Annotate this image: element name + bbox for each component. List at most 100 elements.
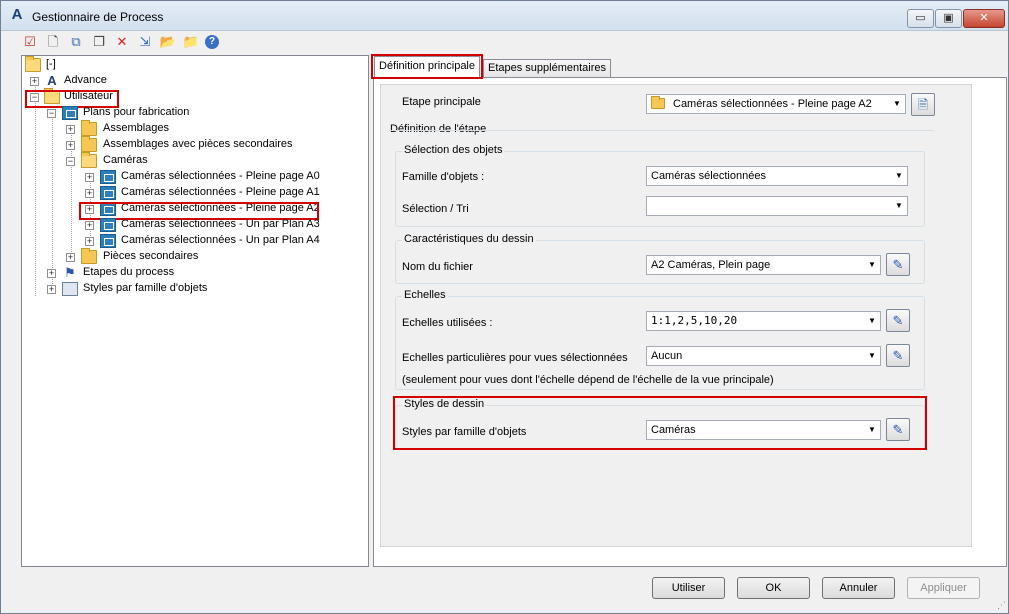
tri-select[interactable]: ▼ — [646, 196, 908, 216]
edit-pen-icon: ✎ — [892, 348, 904, 363]
caracteristiques-title: Caractéristiques du dessin — [402, 233, 536, 245]
tree-item-label: Caméras sélectionnées - Un par Plan A4 — [121, 234, 320, 246]
tree-item-label: Advance — [64, 74, 107, 86]
tree-item-label: Plans pour fabrication — [83, 106, 190, 118]
folder-icon — [651, 96, 665, 109]
echelles-title: Echelles — [402, 289, 448, 301]
copy-icon[interactable]: ⧉ — [67, 33, 85, 51]
edit-pen-icon: ✎ — [892, 313, 904, 328]
minimize-button[interactable]: ▭ — [907, 9, 934, 28]
tab-etapes-supplementaires[interactable]: Etapes supplémentaires — [483, 59, 612, 77]
process-tree[interactable]: [-] + A Advance − Utilisateur − Plans po… — [21, 55, 369, 567]
tri-label: Sélection / Tri — [402, 203, 469, 215]
check-document-icon[interactable]: ☑ — [21, 33, 39, 51]
appliquer-button[interactable]: Appliquer — [907, 577, 980, 599]
import-icon[interactable]: ⇲ — [136, 33, 154, 51]
document-search-icon: 🗎 — [917, 97, 929, 112]
echelles-label: Echelles utilisées : — [402, 317, 493, 329]
tree-item-label: Styles par famille d'objets — [83, 282, 208, 294]
selection-title: Sélection des objets — [402, 144, 505, 156]
export-folder-icon[interactable]: 📂 — [159, 33, 177, 51]
browse-step-button[interactable]: 🗎 — [911, 93, 935, 116]
annuler-button[interactable]: Annuler — [822, 577, 895, 599]
collapse-icon[interactable]: − — [47, 109, 56, 118]
famille-label: Famille d'objets : — [402, 171, 485, 183]
plan-step-icon — [100, 234, 116, 248]
edit-echelles-particulieres-button[interactable]: ✎ — [886, 344, 910, 367]
paste-icon[interactable]: ❐ — [90, 33, 108, 51]
expand-icon[interactable]: + — [66, 125, 75, 134]
echelles-particulieres-value: Aucun — [651, 350, 683, 362]
expand-icon[interactable]: + — [47, 285, 56, 294]
tree-item-label: Caméras — [103, 154, 148, 166]
chevron-down-icon: ▼ — [868, 260, 876, 269]
echelles-particulieres-label: Echelles particulières pour vues sélecti… — [402, 352, 628, 364]
etape-principale-label: Etape principale — [402, 96, 481, 108]
tree-root-label: [-] — [46, 58, 56, 70]
echelles-particulieres-select[interactable]: Aucun ▼ — [646, 346, 881, 366]
folder-icon — [81, 248, 97, 264]
plan-step-icon — [100, 186, 116, 200]
close-button[interactable]: ✕ — [963, 9, 1005, 28]
chevron-down-icon: ▼ — [869, 316, 875, 325]
tree-item-label: Assemblages — [103, 122, 170, 134]
folder-icon — [81, 120, 97, 136]
expand-icon[interactable]: + — [47, 269, 56, 278]
app-logo-icon: A — [11, 6, 23, 23]
maximize-button[interactable]: ▣ — [935, 9, 962, 28]
collapse-icon[interactable]: − — [66, 157, 75, 166]
tab-label: Etapes supplémentaires — [488, 62, 607, 74]
highlight-box — [371, 54, 483, 79]
flag-icon: ⚑ — [64, 265, 76, 280]
resize-grip-icon[interactable]: ⋰ — [997, 600, 1006, 611]
tab-panel: Etape principale Caméras sélectionnées -… — [373, 77, 1007, 567]
highlight-box — [393, 396, 927, 450]
edit-fichier-button[interactable]: ✎ — [886, 253, 910, 276]
delete-icon[interactable]: ✕ — [113, 33, 131, 51]
definition-panel: Etape principale Caméras sélectionnées -… — [380, 84, 972, 547]
expand-icon[interactable]: + — [66, 141, 75, 150]
tree-item-label: Etapes du process — [83, 266, 175, 278]
new-document-icon[interactable]: 🗋 — [44, 33, 62, 51]
etape-principale-select[interactable]: Caméras sélectionnées - Pleine page A2 ▼ — [646, 94, 906, 114]
ok-button[interactable]: OK — [737, 577, 810, 599]
window-title: Gestionnaire de Process — [32, 10, 164, 24]
fichier-select[interactable]: A2 Caméras, Plein page ▼ — [646, 255, 881, 275]
echelles-value: 1:1,2,5,10,20 — [651, 314, 738, 327]
help-icon[interactable]: ? — [205, 35, 219, 49]
tree-item-label: Pièces secondaires — [103, 250, 199, 262]
echelles-note: (seulement pour vues dont l'échelle dépe… — [402, 374, 774, 386]
plans-icon — [62, 106, 78, 120]
expand-icon[interactable]: + — [85, 173, 94, 182]
tree-item-label: Caméras sélectionnées - Pleine page A0 — [121, 170, 320, 182]
chevron-down-icon: ▼ — [893, 99, 901, 108]
advance-logo-icon: A — [47, 73, 57, 88]
chevron-down-icon: ▼ — [895, 201, 903, 210]
famille-select[interactable]: Caméras sélectionnées ▼ — [646, 166, 908, 186]
expand-icon[interactable]: + — [66, 253, 75, 262]
expand-icon[interactable]: + — [85, 221, 94, 230]
echelles-group: Echelles Echelles utilisées : 1:1,2,5,10… — [395, 289, 925, 390]
selection-group: Sélection des objets Famille d'objets : … — [395, 144, 925, 227]
plan-step-icon — [100, 218, 116, 232]
edit-echelles-button[interactable]: ✎ — [886, 309, 910, 332]
fichier-value: A2 Caméras, Plein page — [651, 259, 771, 271]
expand-icon[interactable]: + — [30, 77, 39, 86]
expand-icon[interactable]: + — [85, 237, 94, 246]
echelles-select[interactable]: 1:1,2,5,10,20 ▼ — [646, 311, 881, 331]
chevron-down-icon: ▼ — [895, 171, 903, 180]
process-manager-window: A Gestionnaire de Process ▭ ▣ ✕ ☑ 🗋 ⧉ ❐ … — [0, 0, 1009, 614]
tree-item-label: Caméras sélectionnées - Un par Plan A3 — [121, 218, 320, 230]
fichier-label: Nom du fichier — [402, 261, 473, 273]
etape-principale-value: Caméras sélectionnées - Pleine page A2 — [673, 98, 872, 110]
tree-item-label: Caméras sélectionnées - Pleine page A1 — [121, 186, 320, 198]
folder-settings-icon[interactable]: 📁 — [182, 33, 200, 51]
title-bar[interactable]: A Gestionnaire de Process ▭ ▣ ✕ — [1, 1, 1008, 31]
folder-open-icon — [81, 152, 97, 168]
utiliser-button[interactable]: Utiliser — [652, 577, 725, 599]
folder-open-icon — [25, 56, 41, 72]
expand-icon[interactable]: + — [85, 189, 94, 198]
tree-connector — [35, 78, 36, 296]
chevron-down-icon: ▼ — [868, 351, 876, 360]
famille-value: Caméras sélectionnées — [651, 170, 766, 182]
